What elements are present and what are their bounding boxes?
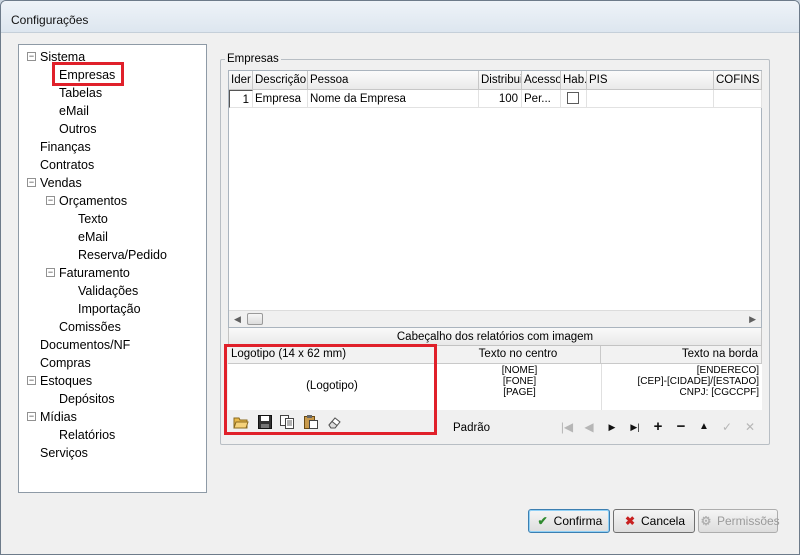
tree-item-orcamentos[interactable]: Orçamentos	[59, 192, 127, 210]
collapse-midias-icon[interactable]: −	[27, 412, 36, 421]
tree-item-tabelas[interactable]: Tabelas	[59, 84, 102, 102]
tree-item-reserva-pedido[interactable]: Reserva/Pedido	[78, 246, 167, 264]
collapse-faturamento-icon[interactable]: −	[46, 268, 55, 277]
center-line: [NOME]	[501, 365, 538, 376]
permissions-label: Permissões	[717, 514, 780, 528]
grid-horizontal-scrollbar[interactable]: ◀ ▶	[229, 310, 761, 327]
center-text-area[interactable]: [NOME] [FONE] [PAGE]	[436, 364, 601, 410]
tree-item-comissoes[interactable]: Comissões	[59, 318, 121, 336]
cell-descricao[interactable]: Empresa	[253, 90, 308, 108]
center-text-header: Texto no centro	[436, 346, 601, 364]
col-header-acesso[interactable]: Acesso	[522, 71, 561, 90]
collapse-vendas-icon[interactable]: −	[27, 178, 36, 187]
empresas-grid[interactable]: Ider Descrição Pessoa Distribui Acesso H…	[228, 70, 762, 328]
cell-hab[interactable]	[561, 90, 587, 108]
col-header-descricao[interactable]: Descrição	[253, 71, 308, 90]
cancel-label: Cancela	[640, 514, 686, 528]
tree-item-importacao[interactable]: Importação	[78, 300, 141, 318]
nav-cancel-icon[interactable]: ✕	[742, 420, 758, 434]
scroll-thumb[interactable]	[247, 313, 263, 325]
tree-item-email[interactable]: eMail	[59, 102, 89, 120]
nav-insert-icon[interactable]: +	[650, 419, 666, 434]
highlight-empresas	[52, 62, 124, 86]
permissions-icon: ⚙	[700, 514, 712, 528]
col-header-pis[interactable]: PIS	[587, 71, 714, 90]
border-line: [ENDERECO]	[696, 365, 759, 376]
tree-item-texto[interactable]: Texto	[78, 210, 108, 228]
tree-item-financas[interactable]: Finanças	[40, 138, 91, 156]
cell-id[interactable]: 1	[229, 90, 253, 108]
cell-acesso[interactable]: Per...	[522, 90, 561, 108]
tree-item-outros[interactable]: Outros	[59, 120, 97, 138]
scroll-right-icon[interactable]: ▶	[749, 314, 756, 325]
border-line: CNPJ: [CGCCPF]	[679, 387, 759, 398]
center-line: [PAGE]	[503, 387, 536, 398]
tree-item-faturamento[interactable]: Faturamento	[59, 264, 130, 282]
collapse-sistema-icon[interactable]: −	[27, 52, 36, 61]
border-text-header: Texto na borda	[601, 346, 762, 364]
tree-item-email[interactable]: eMail	[78, 228, 108, 246]
tree-item-servicos[interactable]: Serviços	[40, 444, 88, 462]
hab-checkbox[interactable]	[567, 92, 579, 104]
border-text-area[interactable]: [ENDERECO] [CEP]-[CIDADE]/[ESTADO] CNPJ:…	[601, 364, 762, 410]
col-header-distribui[interactable]: Distribui	[479, 71, 522, 90]
cancel-button[interactable]: ✖ Cancela	[613, 509, 695, 533]
tree-item-contratos[interactable]: Contratos	[40, 156, 94, 174]
tree-item-vendas[interactable]: Vendas	[40, 174, 82, 192]
tree-item-relatorios[interactable]: Relatórios	[59, 426, 115, 444]
tree-item-estoques[interactable]: Estoques	[40, 372, 92, 390]
cell-pis[interactable]	[587, 90, 714, 108]
cell-distribui[interactable]: 100	[479, 90, 522, 108]
confirm-label: Confirma	[553, 514, 603, 528]
nav-next-icon[interactable]: ▶	[604, 420, 620, 434]
nav-delete-icon[interactable]: −	[673, 419, 689, 434]
border-line: [CEP]-[CIDADE]/[ESTADO]	[637, 376, 760, 387]
cell-pessoa[interactable]: Nome da Empresa	[308, 90, 479, 108]
center-line: [FONE]	[502, 376, 537, 387]
nav-edit-icon[interactable]: ▲	[696, 420, 712, 434]
settings-tree[interactable]: − Sistema Empresas Tabelas eMail Outros Finanç…	[18, 44, 207, 493]
col-header-id[interactable]: Ider	[229, 71, 253, 90]
padrao-label[interactable]: Padrão	[453, 422, 490, 434]
check-icon: ✔	[537, 514, 548, 528]
tree-item-depositos[interactable]: Depósitos	[59, 390, 115, 408]
cell-cofins[interactable]	[714, 90, 762, 108]
empresas-legend: Empresas	[225, 53, 281, 65]
scroll-left-icon[interactable]: ◀	[234, 314, 241, 325]
permissions-button[interactable]: ⚙ Permissões	[698, 509, 780, 533]
col-header-cofins[interactable]: COFINS	[714, 71, 762, 90]
configuracoes-window: Configurações − Sistema Empresas Tabelas eMa…	[0, 0, 800, 555]
confirm-button[interactable]: ✔ Confirma	[528, 509, 610, 533]
nav-last-icon[interactable]: ▶|	[627, 420, 643, 434]
collapse-estoques-icon[interactable]: −	[27, 376, 36, 385]
col-header-hab[interactable]: Hab.	[561, 71, 587, 90]
tree-item-midias[interactable]: Mídias	[40, 408, 77, 426]
highlight-logo-area	[224, 344, 437, 435]
tree-item-compras[interactable]: Compras	[40, 354, 91, 372]
col-header-pessoa[interactable]: Pessoa	[308, 71, 479, 90]
nav-prior-icon[interactable]: ◀	[581, 420, 597, 434]
window-title: Configurações	[11, 13, 89, 27]
tree-item-validacoes[interactable]: Validações	[78, 282, 138, 300]
collapse-orcamentos-icon[interactable]: −	[46, 196, 55, 205]
cancel-x-icon: ✖	[624, 514, 636, 528]
tree-item-documentos-nf[interactable]: Documentos/NF	[40, 336, 130, 354]
nav-first-icon[interactable]: |◀	[559, 420, 575, 434]
nav-post-icon[interactable]: ✓	[719, 420, 735, 434]
title-bar: Configurações	[1, 1, 799, 33]
